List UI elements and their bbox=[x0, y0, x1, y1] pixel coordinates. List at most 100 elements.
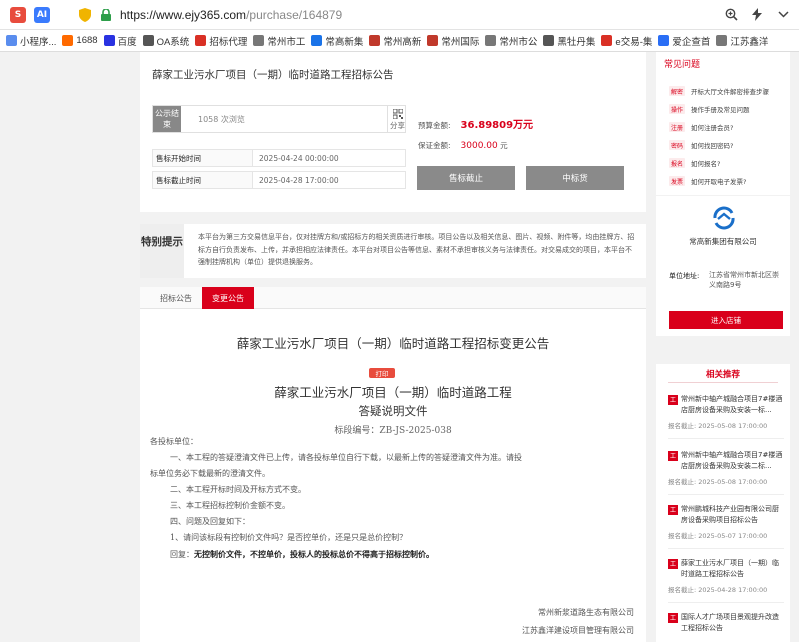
faq-tag: 解密 bbox=[669, 86, 685, 96]
sale-start-label: 售标开始时间 bbox=[153, 150, 253, 166]
company-panel: 常高新集团有限公司 单位地址: 江苏省常州市新北区崇义南路9号 进入店铺 bbox=[656, 196, 790, 336]
bookmark-item[interactable]: 小程序... bbox=[6, 34, 56, 48]
bookmark-label: 常州市公 bbox=[499, 36, 538, 48]
bookmark-label: 常州高新 bbox=[383, 36, 422, 48]
bookmark-item[interactable]: 黑牡丹集 bbox=[543, 34, 595, 48]
bookmark-item[interactable]: 常州高新 bbox=[369, 34, 421, 48]
doc-paragraph-1: 一、本工程的答疑澄清文件已上传，请各投标单位自行下载，以最新上传的答疑澄清文件为… bbox=[170, 453, 522, 462]
announcement-tabs: 招标公告 变更公告 bbox=[140, 287, 646, 309]
recommend-deadline: 报名截止: 2025-05-08 17:00:00 bbox=[668, 420, 784, 439]
tab-tender-announcement[interactable]: 招标公告 bbox=[150, 287, 202, 309]
browser-address-bar: S AI https://www.ejy365.com/purchase/164… bbox=[0, 0, 799, 30]
share-button[interactable]: 分享 bbox=[387, 106, 407, 132]
page-title: 薛家工业污水厂项目（一期）临时道路工程招标公告 bbox=[152, 69, 394, 81]
bookmark-label: 黑牡丹集 bbox=[557, 36, 596, 48]
deposit-unit: 元 bbox=[500, 141, 508, 150]
faq-item[interactable]: 注册 如何注册会员? bbox=[669, 121, 733, 133]
faq-item[interactable]: 解密 开标大厅文件解密排查步骤 bbox=[669, 85, 769, 97]
lightning-icon[interactable] bbox=[749, 6, 765, 22]
doc-heading: 薛家工业污水厂项目（一期）临时道路工程 bbox=[274, 385, 512, 400]
recommend-tag: 工 bbox=[668, 451, 678, 461]
recommend-title-row: 工常州新中轴产城融合项目7#楼酒店厨房设备采购及安装一标... bbox=[668, 394, 784, 416]
doc-greeting: 各投标单位： bbox=[150, 437, 198, 446]
company-logo-icon bbox=[712, 206, 736, 230]
ai-extension-icon[interactable]: AI bbox=[34, 6, 50, 23]
extension-icon[interactable]: S bbox=[10, 6, 26, 23]
doc-subheading: 答疑说明文件 bbox=[358, 404, 428, 418]
winner-button[interactable]: 中标货 bbox=[526, 166, 624, 190]
url-path: /purchase/164879 bbox=[246, 7, 343, 22]
zoom-icon[interactable] bbox=[723, 6, 739, 22]
chevron-down-icon[interactable] bbox=[775, 6, 791, 22]
faq-panel: 常见问题 解密 开标大厅文件解密排查步骤 操作 操作手册及常见问题 注册 如何注册会员? 密… bbox=[656, 52, 790, 195]
announcement-title: 薛家工业污水厂项目（一期）临时道路工程招标变更公告 bbox=[236, 336, 550, 351]
bookmark-item[interactable]: e交易-集 bbox=[601, 34, 652, 48]
bookmark-item[interactable]: 百度 bbox=[103, 34, 137, 48]
recommend-tag: 工 bbox=[668, 559, 678, 569]
faq-tag: 发票 bbox=[669, 176, 685, 186]
doc-paragraph-4: 四、问题及回复如下： bbox=[170, 517, 250, 526]
view-count: 1058 次浏览 bbox=[198, 115, 245, 124]
bookmark-item[interactable]: 1688 bbox=[62, 35, 98, 46]
doc-paragraph-1-cont: 标单位务必下载最新的澄清文件。 bbox=[150, 469, 270, 478]
bookmark-item[interactable]: 爱企查首 bbox=[658, 34, 710, 48]
qrcode-icon bbox=[392, 108, 403, 120]
special-notice-label: 特别提示 bbox=[140, 224, 184, 278]
recommend-item[interactable]: 工薛家工业污水厂项目（一期）临时道路工程招标公告 报名截止: 2025-04-28… bbox=[668, 558, 784, 603]
url-field[interactable]: https://www.ejy365.com/purchase/164879 bbox=[120, 8, 342, 22]
announcement-body: 招标公告 变更公告 薛家工业污水厂项目（一期）临时道路工程招标变更公告 打印 薛… bbox=[140, 287, 646, 642]
budget-label: 预算金额: bbox=[418, 121, 451, 130]
sale-start-row: 售标开始时间 2025-04-24 00:00:00 bbox=[152, 149, 406, 167]
lock-icon[interactable] bbox=[100, 8, 112, 21]
sale-closed-button[interactable]: 售标截止 bbox=[417, 166, 515, 190]
recommend-item[interactable]: 工常州鹏城科技产业园有限公司厨房设备采购项目招标公告 报名截止: 2025-05-… bbox=[668, 504, 784, 549]
publicity-status-badge: 公示结束 bbox=[153, 106, 181, 132]
tab-change-announcement[interactable]: 变更公告 bbox=[202, 287, 254, 309]
recommend-item[interactable]: 工国际人才广场项目景观提升改造工程招标公告 bbox=[668, 612, 784, 634]
enter-store-button[interactable]: 进入店铺 bbox=[669, 311, 783, 329]
bookmark-item[interactable]: OA系统 bbox=[142, 34, 189, 48]
bookmark-item[interactable]: 常州国际 bbox=[427, 34, 479, 48]
faq-tag: 注册 bbox=[669, 122, 685, 132]
deposit-amount: 保证金额: 3000.00 元 bbox=[418, 140, 508, 151]
recommend-title: 相关推荐 bbox=[656, 368, 790, 383]
print-button[interactable]: 打印 bbox=[369, 368, 395, 378]
bookmark-favicon-icon bbox=[142, 35, 154, 46]
faq-tag: 操作 bbox=[669, 104, 685, 114]
bookmark-label: 常州国际 bbox=[441, 36, 480, 48]
company-name: 常高新集团有限公司 bbox=[689, 237, 757, 246]
recommend-item[interactable]: 工常州新中轴产城融合项目7#楼酒店厨房设备采购及安装一标... 报名截止: 202… bbox=[668, 394, 784, 439]
bookmark-label: 江苏鑫洋 bbox=[730, 36, 769, 48]
bookmark-label: 常高新集 bbox=[325, 36, 364, 48]
bookmark-label: 爱企查首 bbox=[672, 36, 711, 48]
faq-item[interactable]: 报名 如何报名? bbox=[669, 157, 720, 169]
recommend-link: 常州鹏城科技产业园有限公司厨房设备采购项目招标公告 bbox=[681, 505, 779, 524]
print-label: 打印 bbox=[375, 370, 389, 378]
share-label: 分享 bbox=[390, 121, 405, 130]
faq-link: 操作手册及常见问题 bbox=[691, 106, 750, 114]
bookmark-item[interactable]: 常州市工 bbox=[253, 34, 305, 48]
recommend-item[interactable]: 工常州新中轴产城融合项目7#楼酒店厨房设备采购及安装二标... 报名截止: 202… bbox=[668, 450, 784, 495]
bookmark-item[interactable]: 常州市公 bbox=[485, 34, 537, 48]
faq-item[interactable]: 密码 如何找回密码? bbox=[669, 139, 733, 151]
shield-icon[interactable] bbox=[78, 7, 92, 22]
bookmark-item[interactable]: 招标代理 bbox=[195, 34, 247, 48]
special-notice-text: 本平台为第三方交易信息平台，仅对挂牌方和/或招标方的相关资质进行审核。项目公告以… bbox=[198, 233, 635, 266]
bookmark-favicon-icon bbox=[62, 35, 74, 46]
answer-label: 回复： bbox=[170, 550, 194, 559]
faq-item[interactable]: 操作 操作手册及常见问题 bbox=[669, 103, 750, 115]
recommend-title-row: 工薛家工业污水厂项目（一期）临时道路工程招标公告 bbox=[668, 558, 784, 580]
address-bar-actions bbox=[723, 6, 791, 22]
doc-question: 1、请问该标段有控制价文件吗？是否控单价，还是只是总价控制？ bbox=[170, 533, 408, 542]
sale-end-label: 售标截止时间 bbox=[153, 172, 253, 188]
bookmark-favicon-icon bbox=[311, 35, 323, 46]
bookmark-favicon-icon bbox=[6, 35, 17, 46]
recommend-panel: 相关推荐 工常州新中轴产城融合项目7#楼酒店厨房设备采购及安装一标... 报名截止… bbox=[656, 364, 790, 642]
faq-item[interactable]: 发票 如何开取电子发票? bbox=[669, 175, 746, 187]
bookmark-label: 小程序... bbox=[20, 36, 57, 48]
bookmark-favicon-icon bbox=[369, 35, 381, 46]
company-address-label: 单位地址: bbox=[669, 272, 700, 280]
bookmark-item[interactable]: 江苏鑫洋 bbox=[716, 34, 768, 48]
recommend-deadline: 报名截止: 2025-05-08 17:00:00 bbox=[668, 476, 784, 495]
bookmark-item[interactable]: 常高新集 bbox=[311, 34, 363, 48]
